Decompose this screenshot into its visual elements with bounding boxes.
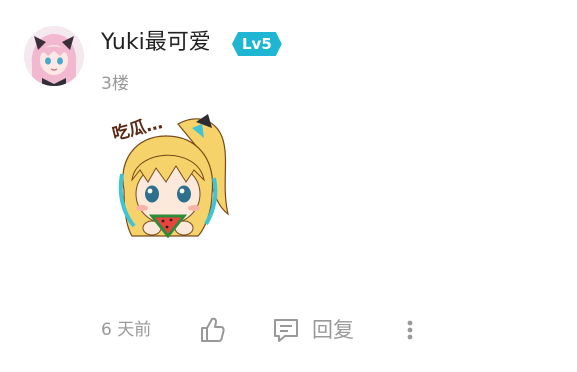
thumbs-up-icon [201, 317, 225, 342]
timestamp: 6 天前 [101, 320, 152, 340]
like-button[interactable] [198, 315, 226, 345]
comment-icon [274, 319, 298, 342]
sticker-image[interactable]: 吃瓜… [108, 110, 244, 250]
comment-footer: 6 天前 回复 [0, 312, 577, 348]
level-badge: Lv5 [232, 32, 282, 56]
reply-label: 回复 [312, 318, 354, 342]
floor-number: 3楼 [101, 74, 129, 94]
comment-item: Yuki最可爱 Lv5 3楼 吃瓜… 6 天前 回复 [0, 0, 577, 372]
user-avatar[interactable] [24, 26, 84, 86]
more-vertical-icon [407, 320, 413, 340]
avatar-image [24, 26, 84, 86]
username[interactable]: Yuki最可爱 [101, 28, 211, 58]
more-options-button[interactable] [400, 316, 420, 344]
reply-button[interactable]: 回复 [272, 315, 382, 345]
eating-watermelon-sticker: 吃瓜… [110, 112, 229, 239]
